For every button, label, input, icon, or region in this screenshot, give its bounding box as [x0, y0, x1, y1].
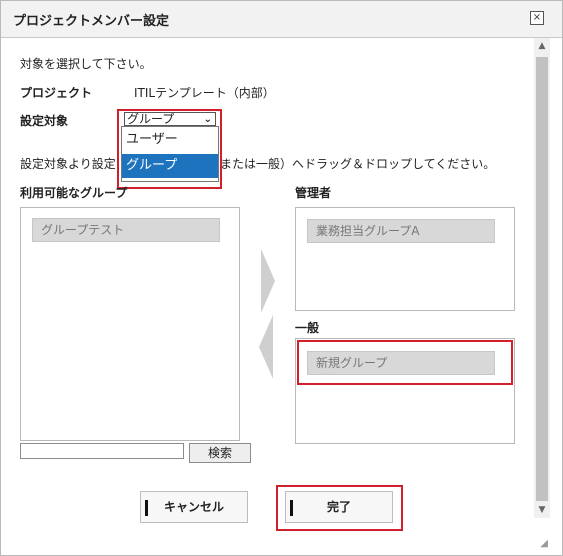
drag-hint-left: 設定対象より設定: [20, 157, 116, 171]
dialog-scrollbar[interactable]: ▲ ▼: [534, 38, 550, 518]
done-button[interactable]: 完了: [285, 491, 393, 523]
target-label: 設定対象: [20, 114, 69, 128]
available-groups-list[interactable]: グループテスト: [20, 207, 240, 441]
move-left-arrow-icon[interactable]: [259, 315, 273, 379]
button-marker-icon: [145, 500, 148, 516]
dialog-title: プロジェクトメンバー設定: [13, 14, 170, 29]
project-member-dialog: プロジェクトメンバー設定 × 対象を選択して下さい。 プロジェクト ITILテン…: [0, 0, 563, 556]
close-icon[interactable]: ×: [530, 11, 544, 25]
scroll-thumb[interactable]: [536, 57, 548, 501]
project-value: ITILテンプレート（内部）: [134, 86, 275, 100]
resize-grip-icon[interactable]: ◢: [540, 538, 548, 549]
admins-list[interactable]: 業務担当グループA: [295, 207, 515, 311]
general-list[interactable]: 新規グループ: [295, 338, 515, 444]
cancel-button[interactable]: キャンセル: [140, 491, 248, 523]
dialog-titlebar: プロジェクトメンバー設定 ×: [1, 1, 562, 38]
scroll-down-icon[interactable]: ▼: [534, 502, 550, 518]
option-user[interactable]: ユーザー: [122, 128, 218, 152]
list-item-available[interactable]: グループテスト: [32, 218, 220, 242]
button-marker-icon: [290, 500, 293, 516]
search-input[interactable]: [20, 443, 184, 459]
target-select-value: グループ: [127, 112, 175, 126]
instructions-text: 対象を選択して下さい。: [20, 57, 152, 71]
list-item-admin[interactable]: 業務担当グループA: [307, 219, 495, 243]
option-group[interactable]: グループ: [122, 154, 218, 178]
target-select[interactable]: グループ ⌄: [124, 112, 216, 126]
move-right-arrow-icon[interactable]: [261, 249, 275, 313]
project-label: プロジェクト: [20, 86, 93, 100]
list-item-general[interactable]: 新規グループ: [307, 351, 495, 375]
done-button-label: 完了: [326, 500, 351, 514]
drag-hint-right: または一般）へドラッグ＆ドロップしてください。: [220, 157, 496, 171]
scroll-up-icon[interactable]: ▲: [534, 38, 550, 54]
target-dropdown-list: ユーザー グループ: [121, 126, 219, 182]
search-button[interactable]: 検索: [189, 443, 251, 463]
general-label: 一般: [295, 321, 320, 335]
cancel-button-label: キャンセル: [163, 500, 224, 514]
available-groups-label: 利用可能なグループ: [20, 186, 128, 200]
admins-label: 管理者: [295, 186, 332, 200]
chevron-down-icon: ⌄: [203, 114, 212, 125]
